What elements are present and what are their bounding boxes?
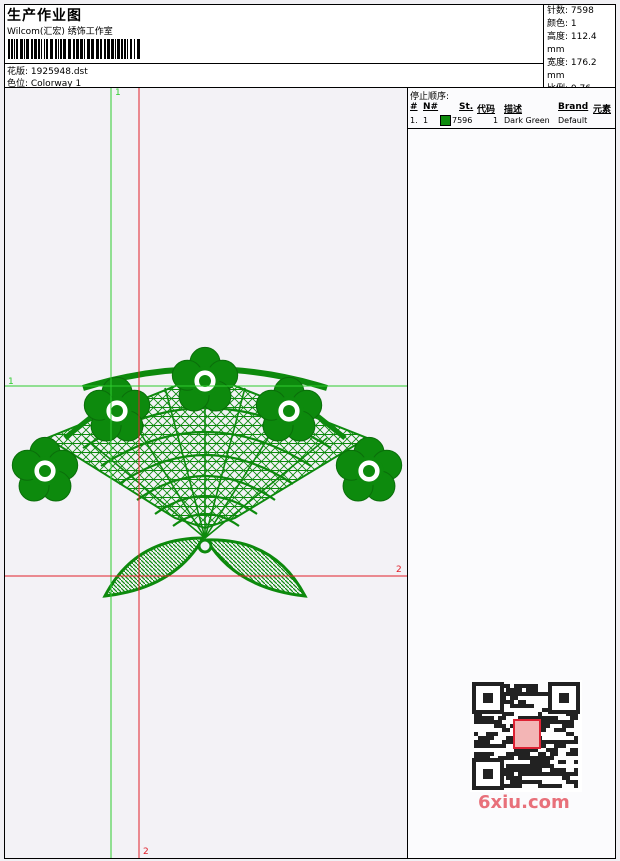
stop-sequence-title: 停止顺序: bbox=[410, 92, 450, 102]
col-brand: Brand bbox=[558, 102, 589, 112]
design-canvas[interactable]: 1 1 2 2 bbox=[4, 88, 408, 859]
col-code: 代码 bbox=[477, 105, 496, 115]
thread-color-swatch bbox=[440, 115, 451, 126]
design-height: 高度: 112.4 mm bbox=[547, 32, 597, 55]
row-code: 1 bbox=[493, 116, 499, 125]
flower-motif bbox=[171, 346, 239, 412]
watermark-text: 6xiu.com bbox=[478, 792, 570, 813]
col-element: 元素 bbox=[593, 105, 612, 115]
leaves bbox=[102, 536, 308, 598]
stats-box: 针数: 7598 颜色: 1 高度: 112.4 mm 宽度: 176.2 mm… bbox=[543, 5, 615, 94]
flower-motif bbox=[255, 376, 323, 442]
header-block: 生产作业图 Wilcom(汇宏) 绣饰工作室 花版: 1925948.dst 色… bbox=[4, 4, 616, 94]
row-brand: Default bbox=[558, 116, 588, 125]
header-info: 生产作业图 Wilcom(汇宏) 绣饰工作室 花版: 1925948.dst 色… bbox=[5, 5, 543, 89]
guide-h2-label: 2 bbox=[396, 565, 402, 575]
studio-name: Wilcom(汇宏) 绣饰工作室 bbox=[7, 27, 113, 37]
row-index: 1. bbox=[410, 116, 418, 125]
guide-h1-label: 1 bbox=[8, 377, 14, 387]
guide-v1-label: 1 bbox=[115, 88, 121, 98]
col-stitches: St. bbox=[459, 102, 474, 112]
color-count: 颜色: 1 bbox=[547, 19, 577, 29]
barcode-image bbox=[8, 39, 140, 59]
row-needle: 1 bbox=[423, 116, 429, 125]
page-title: 生产作业图 bbox=[7, 8, 82, 24]
col-description: 描述 bbox=[504, 105, 523, 115]
qr-code-image bbox=[470, 680, 582, 792]
panel-divider bbox=[408, 128, 615, 129]
guide-v2-label: 2 bbox=[143, 847, 149, 857]
stitch-count: 针数: 7598 bbox=[547, 6, 594, 16]
col-needle: N# bbox=[423, 102, 439, 112]
row-description: Dark Green bbox=[504, 116, 550, 125]
design-width: 宽度: 176.2 mm bbox=[547, 58, 597, 81]
row-stitches: 7596 bbox=[452, 116, 473, 125]
col-index: # bbox=[410, 102, 418, 112]
qr-watermark: 6xiu.com bbox=[470, 680, 582, 816]
embroidery-design bbox=[5, 88, 407, 858]
production-worksheet: 生产作业图 Wilcom(汇宏) 绣饰工作室 花版: 1925948.dst 色… bbox=[0, 0, 620, 861]
